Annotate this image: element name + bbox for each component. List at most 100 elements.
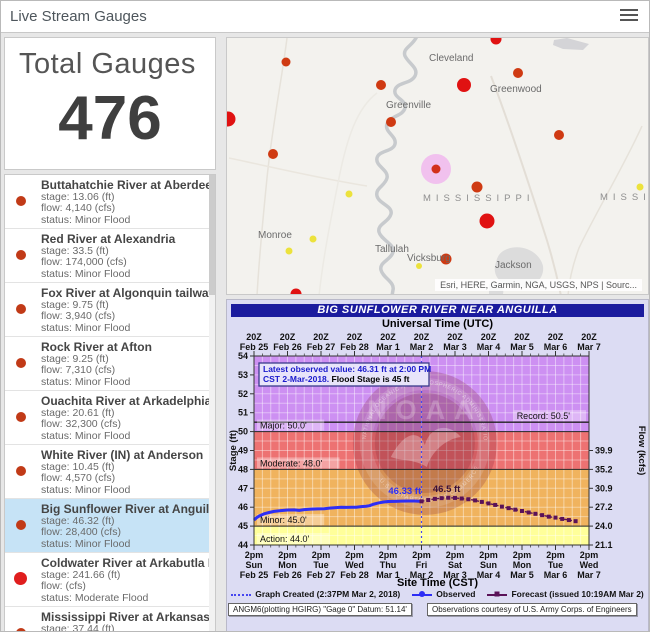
svg-text:52: 52 <box>238 389 248 399</box>
svg-text:Mar 2: Mar 2 <box>410 342 434 352</box>
page-title: Live Stream Gauges <box>10 8 147 25</box>
svg-text:Mar 4: Mar 4 <box>477 342 501 352</box>
gauge-name: Fox River at Algonquin tailwater <box>41 287 207 300</box>
svg-text:49: 49 <box>238 446 248 456</box>
gauge-marker-minor[interactable] <box>472 182 483 193</box>
gauge-list-item[interactable]: Buttahatchie River at Aberdeen stage: 13… <box>5 175 215 229</box>
gauge-stage: stage: 37.44 (ft) <box>41 624 207 632</box>
svg-text:2pm: 2pm <box>312 550 331 560</box>
gauge-list-item-selected[interactable]: Big Sunflower River at Anguilla stage: 4… <box>5 499 215 553</box>
gauge-status: status: Minor Flood <box>41 215 207 227</box>
gauge-list-item[interactable]: Ouachita River at Arkadelphia stage: 20.… <box>5 391 215 445</box>
svg-text:20Z: 20Z <box>380 332 396 342</box>
hydrograph-panel: BIG SUNFLOWER RIVER NEAR ANGUILLA Univer… <box>226 299 649 632</box>
svg-text:2pm: 2pm <box>278 550 297 560</box>
gauge-name: White River (IN) at Anderson <box>41 449 207 462</box>
gauge-marker-minor[interactable] <box>513 68 523 78</box>
svg-text:20Z: 20Z <box>548 332 564 342</box>
status-dot-icon <box>16 304 26 314</box>
gage-datum-note: ANGM6(plotting HGIRG) "Gage 0" Datum: 51… <box>228 603 412 616</box>
svg-text:2pm: 2pm <box>345 550 364 560</box>
app-window: Live Stream Gauges Total Gauges 476 Butt… <box>0 0 650 632</box>
gauge-list-item[interactable]: Red River at Alexandria stage: 33.5 (ft)… <box>5 229 215 283</box>
svg-text:20Z: 20Z <box>414 332 430 342</box>
gauge-marker-action[interactable] <box>346 191 353 198</box>
legend-label: Graph Created (2:37PM Mar 2, 2018) <box>255 589 400 599</box>
svg-text:U.S. DEPARTMENT OF COMMERCE: U.S. DEPARTMENT OF COMMERCE <box>378 465 481 504</box>
gauge-name: Rock River at Afton <box>41 341 207 354</box>
svg-text:21.1: 21.1 <box>595 540 613 550</box>
gauge-marker-minor[interactable] <box>554 130 564 140</box>
gauge-marker-minor[interactable] <box>386 117 396 127</box>
header: Live Stream Gauges <box>1 1 650 33</box>
svg-text:Fri: Fri <box>416 560 428 570</box>
gauge-marker-action[interactable] <box>286 248 293 255</box>
svg-text:Feb 26: Feb 26 <box>273 342 302 352</box>
dotted-line-icon <box>231 591 251 598</box>
gauge-marker-moderate[interactable] <box>291 289 302 296</box>
svg-text:2pm: 2pm <box>412 550 431 560</box>
map-city-label: Monroe <box>258 230 292 241</box>
svg-text:47: 47 <box>238 483 248 493</box>
legend-observed: Observed <box>412 589 475 599</box>
gauge-list-item[interactable]: Coldwater River at Arkabutla Dam stage: … <box>5 553 215 607</box>
svg-text:20Z: 20Z <box>246 332 262 342</box>
svg-text:Tue: Tue <box>313 560 328 570</box>
svg-text:Latest observed value: 46.31 f: Latest observed value: 46.31 ft at 2:00 … <box>263 364 431 374</box>
status-dot-icon <box>16 196 26 206</box>
hydrograph-title: BIG SUNFLOWER RIVER NEAR ANGUILLA <box>231 304 644 317</box>
selected-gauge-dot-icon <box>432 165 441 174</box>
svg-text:Flow (kcfs): Flow (kcfs) <box>636 426 647 476</box>
svg-text:Sat: Sat <box>448 560 462 570</box>
cst-axis-title: Site Time (CST) <box>227 577 648 589</box>
svg-text:Mon: Mon <box>278 560 297 570</box>
gauge-status: status: Minor Flood <box>41 431 207 443</box>
svg-text:2pm: 2pm <box>546 550 565 560</box>
gauge-marker-minor[interactable] <box>268 149 278 159</box>
forecast-line-icon <box>487 591 507 598</box>
gauge-marker-moderate[interactable] <box>480 214 495 229</box>
status-dot-icon <box>16 250 26 260</box>
gauge-list-item[interactable]: White River (IN) at Anderson stage: 10.4… <box>5 445 215 499</box>
svg-text:Thu: Thu <box>380 560 397 570</box>
svg-text:48: 48 <box>238 464 248 474</box>
gauge-name: Red River at Alexandria <box>41 233 207 246</box>
gauge-name: Coldwater River at Arkabutla Dam <box>41 557 207 570</box>
svg-text:Wed: Wed <box>580 560 599 570</box>
observations-credit-note: Observations courtesy of U.S. Army Corps… <box>427 603 637 616</box>
svg-text:30.9: 30.9 <box>595 483 613 493</box>
gauge-marker-action[interactable] <box>637 184 644 191</box>
gauge-marker-minor[interactable] <box>376 80 386 90</box>
status-dot-icon <box>16 520 26 530</box>
svg-text:Tue: Tue <box>548 560 563 570</box>
svg-text:24.0: 24.0 <box>595 521 613 531</box>
gauge-marker-minor[interactable] <box>282 58 291 67</box>
svg-text:Action: 44.0': Action: 44.0' <box>260 534 310 544</box>
svg-text:Feb 25: Feb 25 <box>240 342 269 352</box>
gauge-marker-action[interactable] <box>310 236 317 243</box>
utc-axis-title: Universal Time (UTC) <box>227 318 648 330</box>
gauge-list-item[interactable]: Rock River at Afton stage: 9.25 (ft) flo… <box>5 337 215 391</box>
gauge-status: status: Minor Flood <box>41 539 207 551</box>
observed-line-icon <box>412 591 432 598</box>
map-panel[interactable]: ClevelandGreenvilleGreenwoodMISSISSIPPIM… <box>226 37 649 295</box>
total-gauges-count: 476 <box>5 83 215 154</box>
gauge-list-item[interactable]: Fox River at Algonquin tailwater stage: … <box>5 283 215 337</box>
svg-text:20Z: 20Z <box>481 332 497 342</box>
list-scrollbar-thumb[interactable] <box>209 175 215 295</box>
svg-text:20Z: 20Z <box>347 332 363 342</box>
svg-text:Moderate: 48.0': Moderate: 48.0' <box>260 458 323 468</box>
total-gauges-card: Total Gauges 476 <box>4 37 216 170</box>
selected-gauge-marker[interactable] <box>421 154 451 184</box>
map-city-label: Tallulah <box>375 244 409 255</box>
map-attribution: Esri, HERE, Garmin, NGA, USGS, NPS | Sou… <box>435 279 642 291</box>
gauge-name: Ouachita River at Arkadelphia <box>41 395 207 408</box>
svg-text:Minor: 45.0': Minor: 45.0' <box>260 515 307 525</box>
svg-text:CST 2-Mar-2018. Flood Stage is: CST 2-Mar-2018. Flood Stage is 45 ft <box>263 374 410 384</box>
list-scrollbar <box>209 175 215 632</box>
gauge-marker-moderate[interactable] <box>457 78 471 92</box>
gauge-status: status: Minor Flood <box>41 269 207 281</box>
gauge-list-item[interactable]: Mississippi River at Arkansas City stage… <box>5 607 215 632</box>
svg-text:2pm: 2pm <box>479 550 498 560</box>
menu-icon[interactable] <box>620 9 638 23</box>
